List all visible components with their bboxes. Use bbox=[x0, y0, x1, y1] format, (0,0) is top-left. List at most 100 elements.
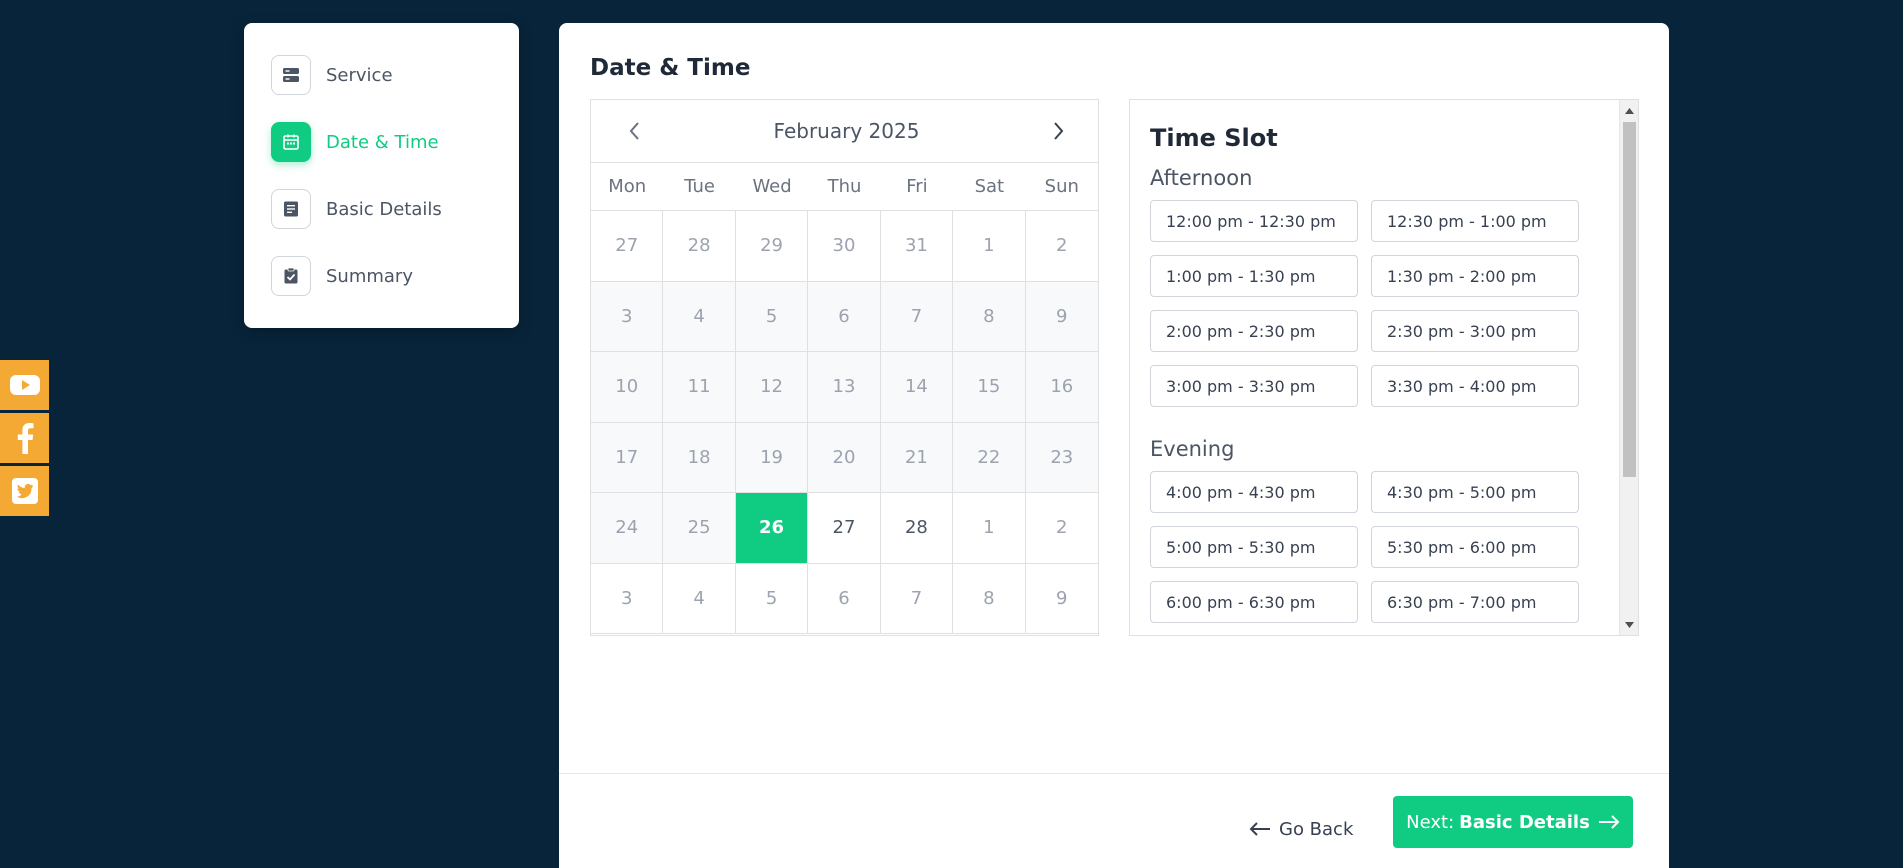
time-slot-button[interactable]: 1:30 pm - 2:00 pm bbox=[1371, 255, 1579, 297]
next-label: Basic Details bbox=[1459, 811, 1590, 833]
next-button[interactable]: Next: Basic Details bbox=[1393, 796, 1633, 848]
time-slot-button[interactable]: 5:30 pm - 6:00 pm bbox=[1371, 526, 1579, 568]
calendar-day: 6 bbox=[808, 281, 881, 352]
calendar-day: 19 bbox=[735, 422, 809, 493]
calendar-day: 12 bbox=[735, 352, 809, 423]
time-slot-button[interactable]: 2:30 pm - 3:00 pm bbox=[1371, 310, 1579, 352]
go-back-button[interactable]: Go Back bbox=[1249, 809, 1353, 849]
time-slot-list: Time Slot Afternoon 12:00 pm - 12:30 pm 12… bbox=[1150, 124, 1580, 635]
document-icon bbox=[284, 201, 298, 217]
time-slot-button[interactable]: 4:30 pm - 5:00 pm bbox=[1371, 471, 1579, 513]
scroll-up-icon[interactable] bbox=[1620, 102, 1638, 119]
time-slot-title: Time Slot bbox=[1150, 124, 1278, 152]
weekday-row: Mon Tue Wed Thu Fri Sat Sun bbox=[591, 163, 1098, 211]
calendar-day: 31 bbox=[880, 211, 954, 282]
calendar-day: 27 bbox=[591, 211, 664, 282]
step-icon-box bbox=[271, 256, 311, 296]
calendar-day: 1 bbox=[953, 493, 1026, 564]
scroll-thumb[interactable] bbox=[1623, 122, 1636, 477]
calendar-day: 8 bbox=[953, 563, 1026, 634]
step-label: Date & Time bbox=[326, 131, 439, 153]
calendar-day: 6 bbox=[808, 563, 881, 634]
calendar-day: 5 bbox=[735, 563, 809, 634]
time-slot-button[interactable]: 12:00 pm - 12:30 pm bbox=[1150, 200, 1358, 242]
step-basic-details[interactable]: Basic Details bbox=[271, 189, 492, 229]
slot-grid: 12:00 pm - 12:30 pm 12:30 pm - 1:00 pm 1:0… bbox=[1150, 200, 1580, 407]
weekday-label: Mon bbox=[608, 176, 647, 197]
scrollbar[interactable] bbox=[1619, 100, 1638, 635]
calendar-day: 21 bbox=[880, 422, 954, 493]
page-title: Date & Time bbox=[590, 55, 751, 81]
weekday-label: Sun bbox=[1044, 176, 1079, 197]
calendar-day: 24 bbox=[591, 493, 664, 564]
calendar: February 2025 Mon Tue Wed Thu Fri Sat Sun 27 28… bbox=[590, 99, 1099, 636]
time-slot-button[interactable]: 3:00 pm - 3:30 pm bbox=[1150, 365, 1358, 407]
weekday-label: Fri bbox=[906, 176, 928, 197]
steps-panel: Service Date & Time Basic Details Summar… bbox=[244, 23, 519, 328]
step-icon-box bbox=[271, 122, 311, 162]
step-label: Summary bbox=[326, 265, 413, 287]
time-slot-button[interactable]: 2:00 pm - 2:30 pm bbox=[1150, 310, 1358, 352]
clipboard-check-icon bbox=[284, 267, 298, 284]
calendar-day: 7 bbox=[880, 281, 954, 352]
slot-grid: 4:00 pm - 4:30 pm 4:30 pm - 5:00 pm 5:00 p… bbox=[1150, 471, 1580, 623]
slot-group-title: Afternoon bbox=[1150, 166, 1253, 190]
step-label: Service bbox=[326, 64, 393, 86]
step-service[interactable]: Service bbox=[271, 55, 492, 95]
social-sidebar bbox=[0, 360, 49, 519]
main-panel: Date & Time February 2025 Mon Tue Wed Thu Fr… bbox=[559, 23, 1669, 868]
calendar-day: 10 bbox=[591, 352, 664, 423]
calendar-day: 9 bbox=[1025, 281, 1098, 352]
calendar-header: February 2025 bbox=[591, 100, 1098, 163]
calendar-day: 15 bbox=[953, 352, 1026, 423]
step-summary[interactable]: Summary bbox=[271, 256, 492, 296]
calendar-day: 20 bbox=[808, 422, 881, 493]
youtube-button[interactable] bbox=[0, 360, 49, 410]
chevron-right-icon bbox=[1054, 122, 1064, 140]
time-slot-button[interactable]: 5:00 pm - 5:30 pm bbox=[1150, 526, 1358, 568]
time-slot-button[interactable]: 6:00 pm - 6:30 pm bbox=[1150, 581, 1358, 623]
time-slot-button[interactable]: 3:30 pm - 4:00 pm bbox=[1371, 365, 1579, 407]
scroll-down-icon[interactable] bbox=[1620, 616, 1638, 633]
calendar-day: 17 bbox=[591, 422, 664, 493]
calendar-day: 2 bbox=[1025, 493, 1098, 564]
chevron-left-icon bbox=[629, 122, 639, 140]
facebook-icon bbox=[17, 423, 33, 454]
calendar-day: 14 bbox=[880, 352, 954, 423]
weekday-label: Thu bbox=[827, 176, 862, 197]
go-back-label: Go Back bbox=[1279, 818, 1354, 840]
twitter-button[interactable] bbox=[0, 466, 49, 516]
calendar-day[interactable]: 28 bbox=[880, 493, 954, 564]
time-slot-button[interactable]: 4:00 pm - 4:30 pm bbox=[1150, 471, 1358, 513]
calendar-day: 16 bbox=[1025, 352, 1098, 423]
calendar-day: 22 bbox=[953, 422, 1026, 493]
calendar-day: 13 bbox=[808, 352, 881, 423]
twitter-icon bbox=[11, 478, 38, 504]
step-icon-box bbox=[271, 189, 311, 229]
step-label: Basic Details bbox=[326, 198, 442, 220]
calendar-day: 1 bbox=[953, 211, 1026, 282]
days-grid: 27 28 29 30 31 1 2 3 4 5 6 7 8 9 10 11 12 13 14 15 16 17 18 19 2… bbox=[591, 211, 1098, 634]
facebook-button[interactable] bbox=[0, 413, 49, 463]
calendar-day: 30 bbox=[808, 211, 881, 282]
arrow-right-icon bbox=[1598, 815, 1620, 829]
calendar-day: 8 bbox=[953, 281, 1026, 352]
calendar-month: February 2025 bbox=[773, 119, 920, 143]
calendar-day: 5 bbox=[735, 281, 809, 352]
slot-group-title: Evening bbox=[1150, 437, 1235, 461]
time-slot-button[interactable]: 6:30 pm - 7:00 pm bbox=[1371, 581, 1579, 623]
prev-month-button[interactable] bbox=[623, 119, 647, 143]
footer-divider bbox=[559, 773, 1669, 774]
calendar-day[interactable]: 27 bbox=[808, 493, 881, 564]
calendar-day: 4 bbox=[663, 563, 736, 634]
calendar-day: 23 bbox=[1025, 422, 1098, 493]
next-month-button[interactable] bbox=[1046, 119, 1070, 143]
time-slot-button[interactable]: 12:30 pm - 1:00 pm bbox=[1371, 200, 1579, 242]
calendar-day: 28 bbox=[663, 211, 736, 282]
calendar-day-selected[interactable]: 26 bbox=[735, 493, 809, 564]
time-slot-button[interactable]: 1:00 pm - 1:30 pm bbox=[1150, 255, 1358, 297]
calendar-day: 9 bbox=[1025, 563, 1098, 634]
calendar-icon bbox=[283, 134, 299, 150]
calendar-day: 29 bbox=[735, 211, 809, 282]
step-date-time[interactable]: Date & Time bbox=[271, 122, 492, 162]
